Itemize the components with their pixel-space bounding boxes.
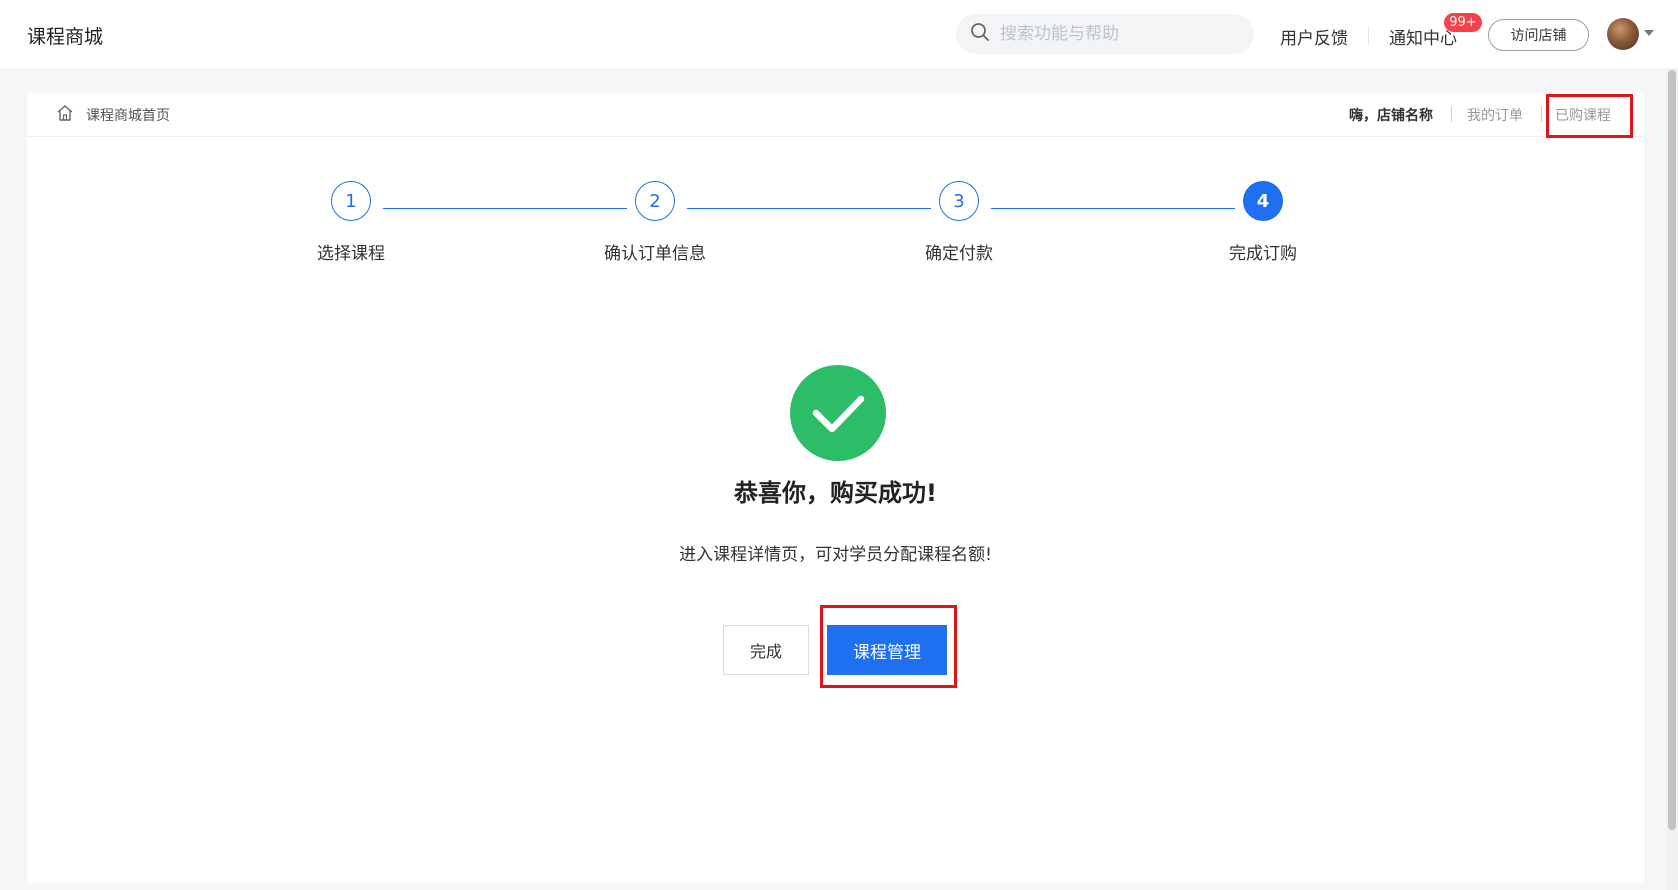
notification-badge: 99+ (1444, 13, 1482, 32)
divider (1451, 106, 1452, 122)
search-icon (970, 22, 990, 46)
step-4-circle: 4 (1243, 181, 1283, 221)
step-4-label: 完成订购 (1229, 244, 1297, 264)
done-button[interactable]: 完成 (723, 625, 809, 675)
search-input[interactable] (1000, 24, 1230, 44)
divider (1368, 26, 1369, 44)
breadcrumb-home[interactable]: 课程商城首页 (86, 105, 170, 125)
step-connector (687, 208, 931, 209)
highlight-box-purchased-courses (1546, 94, 1633, 138)
home-icon[interactable] (56, 104, 74, 122)
app-title[interactable]: 课程商城 (27, 22, 103, 49)
step-connector (383, 208, 627, 209)
highlight-box-course-management (820, 605, 957, 688)
step-2-label: 确认订单信息 (604, 244, 706, 264)
step-2-circle: 2 (635, 181, 675, 221)
success-title: 恭喜你，购买成功! (734, 479, 937, 507)
feedback-link[interactable]: 用户反馈 (1280, 24, 1348, 49)
success-description: 进入课程详情页，可对学员分配课程名额! (679, 545, 992, 565)
divider (1541, 106, 1542, 122)
avatar[interactable] (1607, 18, 1639, 50)
main-card: 课程商城首页 嗨，店铺名称 我的订单 已购课程 1 2 3 4 选择课程 确认订… (27, 93, 1644, 883)
greeting-text: 嗨，店铺名称 (1349, 108, 1433, 124)
step-1-circle: 1 (331, 181, 371, 221)
scrollbar-thumb[interactable] (1668, 70, 1676, 830)
step-1-label: 选择课程 (317, 244, 385, 264)
step-3-label: 确定付款 (925, 244, 993, 264)
search-box[interactable] (956, 14, 1254, 54)
step-3-circle: 3 (939, 181, 979, 221)
step-connector (991, 208, 1235, 209)
top-bar: 课程商城 用户反馈 通知中心 99+ 访问店铺 (0, 0, 1678, 68)
visit-store-button[interactable]: 访问店铺 (1488, 19, 1589, 51)
success-check-icon (790, 365, 886, 461)
caret-down-icon[interactable] (1644, 29, 1654, 37)
my-orders-link[interactable]: 我的订单 (1467, 105, 1523, 125)
breadcrumb-bar: 课程商城首页 嗨，店铺名称 我的订单 已购课程 (27, 93, 1644, 137)
